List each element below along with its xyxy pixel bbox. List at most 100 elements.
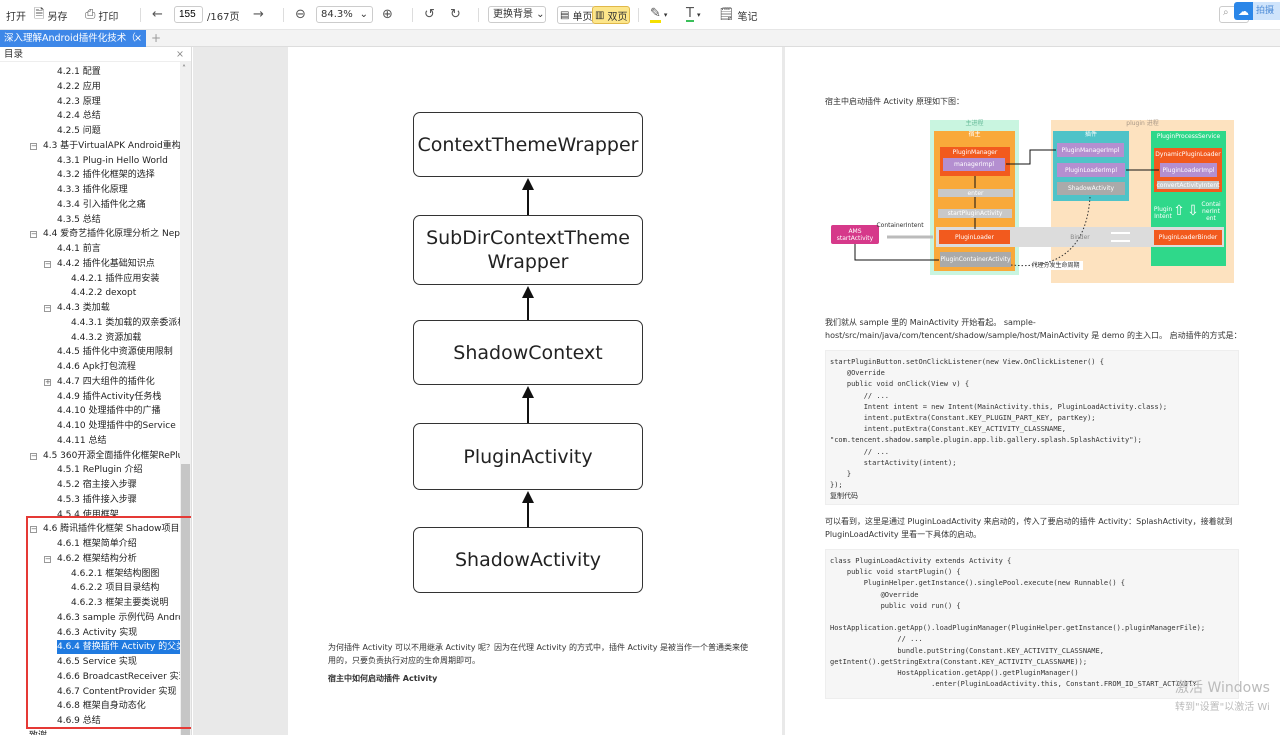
new-tab-button[interactable]: + [151, 30, 161, 47]
highlighter-button[interactable]: ✎ ▾ [650, 7, 667, 23]
toc-item[interactable]: 4.4.7 四大组件的插件化 [57, 375, 180, 389]
divider [283, 8, 284, 22]
double-page-button[interactable]: ▥ 双页 [592, 6, 631, 24]
arrow-left-icon: ← [152, 7, 163, 22]
toc-item[interactable]: 4.4.2.2 dexopt [71, 286, 180, 300]
toc-item[interactable]: 4.4.3 类加载 [57, 301, 180, 315]
inherit-arrow-head [522, 491, 534, 503]
toc-item[interactable]: 4.3.1 Plug-in Hello World [57, 154, 180, 168]
single-page-button[interactable]: ▤ 单页 [557, 6, 596, 24]
highlighter-icon: ✎ [650, 5, 661, 23]
collapse-icon[interactable]: − [30, 452, 37, 460]
toc-header: 目录 × [0, 47, 191, 62]
toc-item[interactable]: 致谢 [29, 729, 180, 735]
toc-item[interactable]: 4.4.9 插件Activity任务栈 [57, 390, 180, 404]
collapse-icon[interactable]: − [44, 260, 51, 268]
document-viewer: ContextThemeWrapper SubDirContextTheme Wr… [193, 47, 1280, 735]
search-icon: ⌕ [1223, 7, 1229, 18]
zoom-out-icon: ⊖ [295, 7, 306, 22]
toc-item[interactable]: 4.4.10 处理插件中的Service [57, 419, 180, 433]
toc-item[interactable]: 4.2.3 原理 [57, 95, 180, 109]
single-page-label: 单页 [572, 11, 593, 23]
cloud-icon: ☁ [1238, 4, 1249, 18]
section-heading: 宿主中如何启动插件 Activity [328, 674, 438, 683]
divider [478, 8, 479, 22]
single-page-icon: ▤ [560, 9, 570, 21]
text-color-icon: T [686, 6, 694, 22]
code-text: startPluginButton.setOnClickListener(new… [830, 358, 1168, 490]
inherit-arrow-head [522, 286, 534, 298]
toc-item[interactable]: 4.2.2 应用 [57, 80, 180, 94]
toc-item[interactable]: 4.4.3.1 类加载的双亲委派机制 [71, 316, 180, 330]
class-box: PluginActivity [413, 423, 643, 490]
toc-item[interactable]: 4.3 基于VirtualAPK Android重构 [43, 139, 180, 153]
rotate-left-icon: ↺ [424, 7, 435, 22]
toc-item[interactable]: 4.2.5 问题 [57, 124, 180, 138]
activation-watermark-hint: 转到"设置"以激活 Wi [1175, 702, 1270, 713]
diagram-connectors [854, 149, 1159, 267]
toc-item[interactable]: 4.3.4 引入插件化之痛 [57, 198, 180, 212]
rotate-right-icon: ↻ [450, 7, 461, 22]
next-page-button[interactable]: → [253, 7, 264, 23]
scroll-up-icon[interactable]: ˄ [182, 64, 186, 73]
zoom-in-icon: ⊕ [382, 7, 393, 22]
toc-item[interactable]: 4.2.1 配置 [57, 65, 180, 79]
toc-item[interactable]: 4.5.2 宿主接入步骤 [57, 478, 180, 492]
code-block-1: startPluginButton.setOnClickListener(new… [825, 350, 1239, 505]
collapse-icon[interactable]: − [30, 142, 37, 150]
save-as-label: 另存 [47, 11, 68, 23]
printer-icon: ⎙ [85, 7, 96, 22]
toc-item[interactable]: 4.4.6 Apk打包流程 [57, 360, 180, 374]
expand-icon[interactable]: + [44, 378, 51, 386]
print-label: 打印 [98, 11, 119, 23]
toc-item[interactable]: 4.3.2 插件化框架的选择 [57, 168, 180, 182]
zoom-out-button[interactable]: ⊖ [295, 7, 306, 23]
toc-item[interactable]: 4.5 360开源全面插件化框架RePlugin [43, 449, 180, 463]
caret-down-icon: ▾ [696, 11, 701, 19]
close-sidebar-icon[interactable]: × [176, 47, 184, 62]
toc-item[interactable]: 4.4.10 处理插件中的广播 [57, 404, 180, 418]
print-button[interactable]: ⎙ 打印 [85, 7, 118, 23]
tab-bar: 深入理解Android插件化技术（ × + [0, 30, 1280, 47]
toc-item[interactable]: 4.4.2.1 插件应用安装 [71, 272, 180, 286]
text-color-button[interactable]: T ▾ [686, 7, 700, 23]
toc-item[interactable]: 4.3.5 总结 [57, 213, 180, 227]
toc-item[interactable]: 4.4 爱奇艺插件化原理分析之 Neptune [43, 227, 180, 241]
background-label: 更换背景 [493, 8, 533, 20]
open-label: 打开 [6, 11, 26, 23]
toc-item[interactable]: 4.4.11 总结 [57, 434, 180, 448]
open-button[interactable]: 打开 [6, 7, 26, 23]
page-number-input[interactable] [174, 5, 203, 23]
prev-page-button[interactable]: ← [152, 7, 163, 23]
cloud-button[interactable]: ☁ 拍摄 [1234, 2, 1280, 20]
class-box: SubDirContextTheme Wrapper [413, 215, 643, 285]
right-page: 宿主中启动插件 Activity 原理如下图： 主进程 宿主 plugin 进程… [785, 47, 1280, 735]
rotate-right-button[interactable]: ↻ [450, 7, 461, 23]
zoom-in-button[interactable]: ⊕ [382, 7, 393, 23]
tab-close-icon[interactable]: × [134, 30, 142, 47]
right-paragraph-line: PluginLoadActivity 里看一下具体的启动。 [825, 530, 982, 539]
toc-item[interactable]: 4.2.4 总结 [57, 109, 180, 123]
toc-item[interactable]: 4.5.1 RePlugin 介绍 [57, 463, 180, 477]
copy-code-link[interactable]: 复制代码 [830, 491, 1234, 502]
double-page-label: 双页 [607, 11, 628, 23]
rotate-left-button[interactable]: ↺ [424, 7, 435, 23]
right-paragraph-line: 我们就从 sample 里的 MainActivity 开始看起。 sample… [825, 318, 1036, 327]
zoom-select[interactable]: 84.3% ⌄ [316, 5, 373, 23]
left-page: ContextThemeWrapper SubDirContextTheme Wr… [288, 47, 782, 735]
toc-sidebar: 目录 × 4.2.1 配置 4.2.2 应用 4.2.3 原理 4.2.4 总结 4.2.… [0, 47, 192, 735]
save-as-button[interactable]: 🗎 另存 [34, 7, 67, 23]
document-tab[interactable]: 深入理解Android插件化技术（ × [0, 30, 146, 47]
highlight-annotation-box [26, 516, 191, 729]
background-select[interactable]: 更换背景 ⌄ [488, 5, 546, 23]
collapse-icon[interactable]: − [30, 231, 37, 239]
toc-item[interactable]: 4.4.1 前言 [57, 242, 180, 256]
toc-item[interactable]: 4.4.2 插件化基础知识点 [57, 257, 180, 271]
collapse-icon[interactable]: − [44, 305, 51, 312]
toc-item[interactable]: 4.5.3 插件接入步骤 [57, 493, 180, 507]
toc-item[interactable]: 4.3.3 插件化原理 [57, 183, 180, 197]
toc-item[interactable]: 4.4.3.2 资源加载 [71, 331, 180, 345]
save-icon: 🗎 [34, 7, 45, 22]
toc-item[interactable]: 4.4.5 插件化中资源使用限制 [57, 345, 180, 359]
notes-button[interactable]: 🗒 笔记 [718, 7, 758, 23]
